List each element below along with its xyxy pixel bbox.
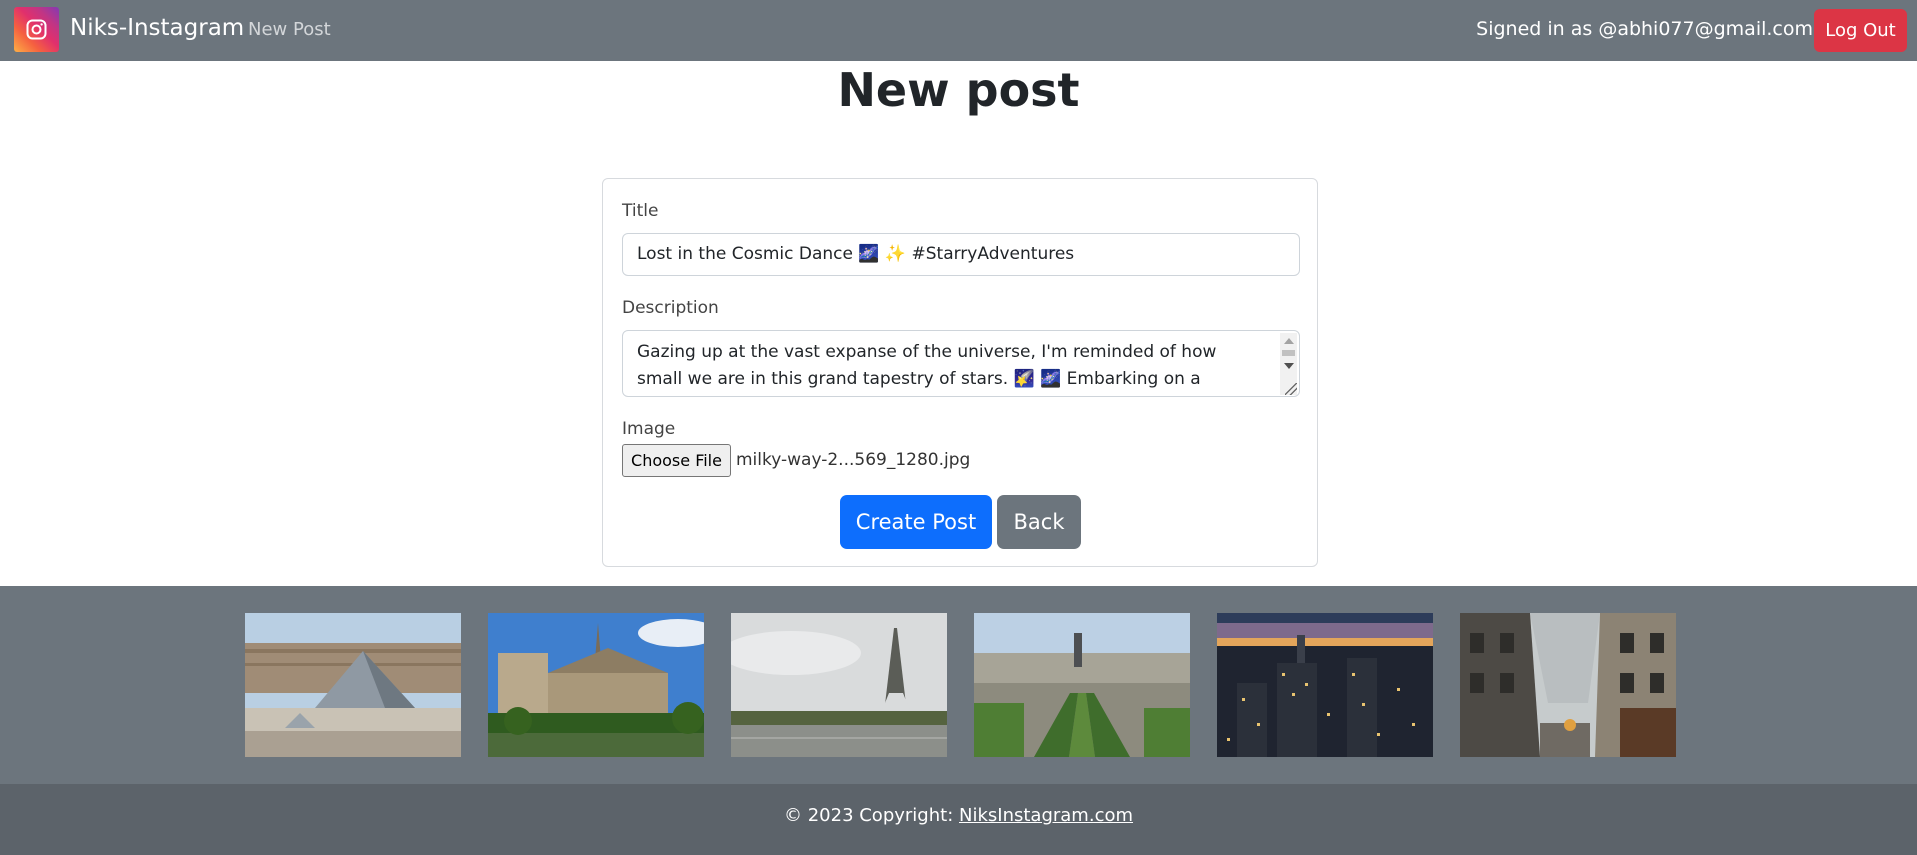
gallery-image-louvre[interactable] [245, 613, 461, 757]
gallery-image-paris-aerial[interactable] [974, 613, 1190, 757]
create-post-button[interactable]: Create Post [840, 495, 992, 549]
new-post-form: Title Lost in the Cosmic Dance 🌌 ✨ #Star… [602, 178, 1318, 567]
brand-name[interactable]: Niks-Instagram [70, 15, 244, 41]
resize-handle-icon[interactable] [1285, 383, 1297, 395]
scroll-up-icon[interactable] [1284, 338, 1294, 344]
logout-button[interactable]: Log Out [1814, 9, 1907, 52]
page-title: New post [837, 63, 1080, 117]
title-label: Title [622, 201, 659, 221]
navbar: Niks-Instagram New Post Signed in as @ab… [0, 0, 1917, 61]
copyright-text: © 2023 Copyright: [783, 805, 954, 826]
image-label: Image [622, 419, 676, 439]
scroll-thumb[interactable] [1282, 350, 1295, 356]
footer-text: © 2023 Copyright: NiksInstagram.com [0, 805, 1917, 826]
footer: © 2023 Copyright: NiksInstagram.com [0, 784, 1917, 855]
gallery-image-eiffel-tower[interactable] [731, 613, 947, 757]
signed-in-text: Signed in as @abhi077@gmail.com [1476, 18, 1813, 40]
selected-file-name: milky-way-2...569_1280.jpg [736, 450, 971, 470]
gallery-image-city-skyline[interactable] [1217, 613, 1433, 757]
description-text: Gazing up at the vast expanse of the uni… [637, 342, 1217, 389]
choose-file-button[interactable]: Choose File [622, 444, 731, 477]
gallery-image-paris-street[interactable] [1460, 613, 1676, 757]
gallery-image-notre-dame[interactable] [488, 613, 704, 757]
nav-new-post-link[interactable]: New Post [248, 19, 331, 40]
description-label: Description [622, 298, 719, 318]
description-textarea[interactable]: Gazing up at the vast expanse of the uni… [622, 330, 1300, 397]
image-gallery [0, 586, 1917, 784]
back-button[interactable]: Back [997, 495, 1081, 549]
instagram-icon[interactable] [14, 7, 59, 52]
scroll-down-icon[interactable] [1284, 363, 1294, 369]
textarea-scrollbar[interactable] [1280, 333, 1297, 395]
title-input[interactable]: Lost in the Cosmic Dance 🌌 ✨ #StarryAdve… [622, 233, 1300, 276]
footer-site-link[interactable]: NiksInstagram.com [959, 805, 1133, 826]
